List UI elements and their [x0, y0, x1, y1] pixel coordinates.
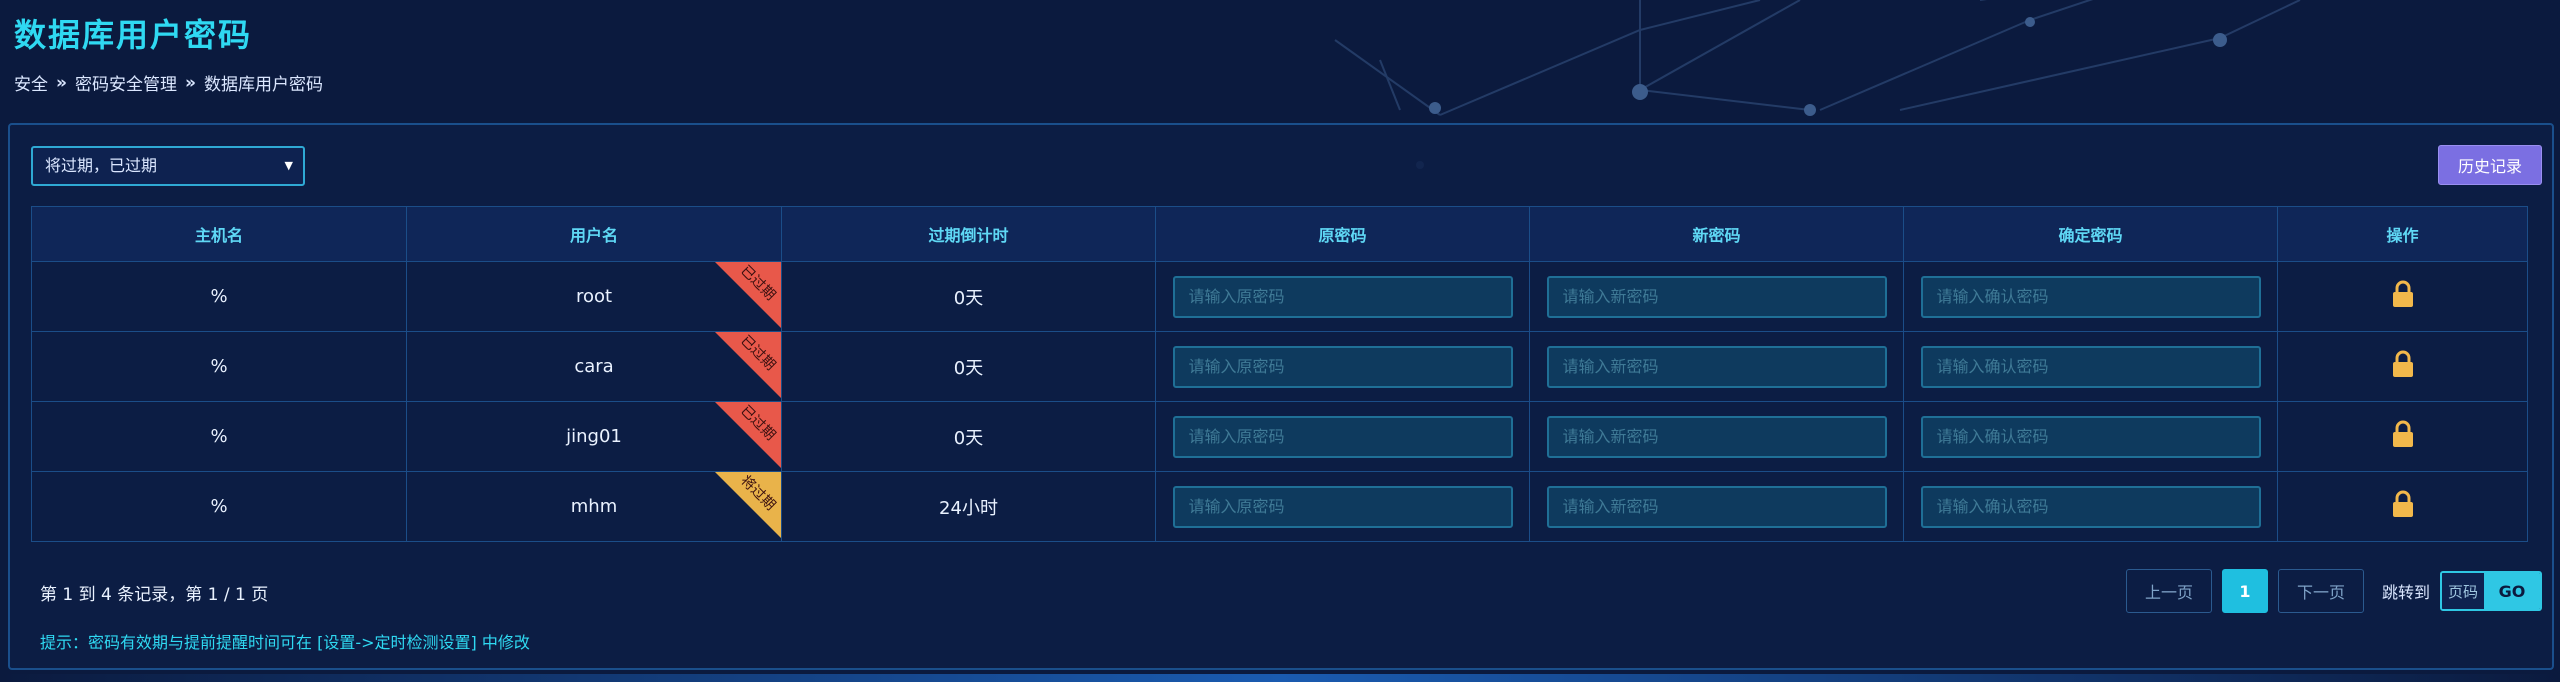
pagination-info: 第 1 到 4 条记录，第 1 / 1 页 — [40, 585, 269, 605]
go-button[interactable]: GO — [2484, 573, 2540, 609]
confirm-password-input[interactable] — [1920, 415, 2261, 458]
pagination: 上一页 1 下一页 跳转到 页码 GO — [2125, 569, 2542, 613]
settings-hint: 提示：密码有效期与提前提醒时间可在 [设置->定时检测设置] 中修改 — [40, 633, 530, 652]
expiring-ribbon: 将过期 — [715, 472, 781, 538]
host-cell: % — [31, 401, 407, 472]
new-password-input[interactable] — [1546, 345, 1887, 388]
breadcrumb-item-password-management[interactable]: 密码安全管理 — [75, 70, 177, 95]
page-number-input[interactable]: 页码 — [2442, 573, 2484, 609]
new-password-cell — [1529, 331, 1904, 402]
countdown-cell: 0天 — [781, 401, 1156, 472]
column-header-host: 主机名 — [31, 206, 407, 262]
breadcrumb-separator: » — [184, 72, 196, 93]
confirm-password-input[interactable] — [1920, 345, 2261, 388]
countdown-cell: 0天 — [781, 261, 1156, 332]
breadcrumb: 安全 » 密码安全管理 » 数据库用户密码 — [14, 70, 323, 96]
confirm-password-input[interactable] — [1920, 485, 2261, 528]
username-text: cara — [574, 356, 614, 377]
table-row: % jing01 已过期 0天 — [31, 401, 2528, 472]
new-password-input[interactable] — [1546, 415, 1887, 458]
new-password-cell — [1529, 401, 1904, 472]
username-text: mhm — [570, 496, 618, 517]
history-button[interactable]: 历史记录 — [2438, 145, 2542, 185]
lock-icon[interactable] — [2391, 420, 2415, 448]
confirm-password-cell — [1903, 471, 2278, 542]
main-panel: 将过期，已过期 ▼ 历史记录 主机名 用户名 过期倒计时 原密码 新密码 确定密… — [8, 123, 2554, 670]
old-password-cell — [1155, 401, 1530, 472]
old-password-cell — [1155, 261, 1530, 332]
chevron-down-icon: ▼ — [284, 159, 293, 172]
breadcrumb-item-security[interactable]: 安全 — [14, 70, 48, 95]
old-password-cell — [1155, 471, 1530, 542]
expired-ribbon: 已过期 — [715, 262, 781, 328]
action-cell — [2277, 261, 2528, 332]
username-text: jing01 — [566, 426, 622, 447]
action-cell — [2277, 471, 2528, 542]
new-password-input[interactable] — [1546, 275, 1887, 318]
next-page-button[interactable]: 下一页 — [2277, 569, 2364, 613]
old-password-cell — [1155, 331, 1530, 402]
status-filter-value: 将过期，已过期 — [45, 156, 158, 175]
expired-ribbon: 已过期 — [715, 402, 781, 468]
new-password-cell — [1529, 471, 1904, 542]
countdown-cell: 24小时 — [781, 471, 1156, 542]
new-password-cell — [1529, 261, 1904, 332]
confirm-password-input[interactable] — [1920, 275, 2261, 318]
old-password-input[interactable] — [1172, 345, 1513, 388]
table-header-row: 主机名 用户名 过期倒计时 原密码 新密码 确定密码 操作 — [31, 206, 2528, 262]
old-password-input[interactable] — [1172, 275, 1513, 318]
prev-page-button[interactable]: 上一页 — [2125, 569, 2212, 613]
username-cell: jing01 已过期 — [406, 401, 782, 472]
confirm-password-cell — [1903, 401, 2278, 472]
expired-ribbon: 已过期 — [715, 332, 781, 398]
host-cell: % — [31, 261, 407, 332]
host-cell: % — [31, 331, 407, 402]
host-cell: % — [31, 471, 407, 542]
status-filter-select[interactable]: 将过期，已过期 ▼ — [31, 146, 305, 186]
confirm-password-cell — [1903, 261, 2278, 332]
new-password-input[interactable] — [1546, 485, 1887, 528]
column-header-confirm-password: 确定密码 — [1903, 206, 2278, 262]
jump-to-label: 跳转到 — [2381, 583, 2430, 602]
username-cell: cara 已过期 — [406, 331, 782, 402]
lock-icon[interactable] — [2391, 350, 2415, 378]
old-password-input[interactable] — [1172, 415, 1513, 458]
column-header-old-password: 原密码 — [1155, 206, 1530, 262]
column-header-action: 操作 — [2277, 206, 2528, 262]
table-row: % root 已过期 0天 — [31, 261, 2528, 332]
old-password-input[interactable] — [1172, 485, 1513, 528]
page-number-button[interactable]: 1 — [2221, 569, 2268, 613]
column-header-new-password: 新密码 — [1529, 206, 1904, 262]
username-text: root — [575, 286, 613, 307]
countdown-cell: 0天 — [781, 331, 1156, 402]
breadcrumb-separator: » — [56, 72, 67, 93]
action-cell — [2277, 331, 2528, 402]
table-row: % mhm 将过期 24小时 — [31, 471, 2528, 542]
username-cell: mhm 将过期 — [406, 471, 782, 542]
page-title: 数据库用户密码 — [14, 16, 253, 54]
password-table: 主机名 用户名 过期倒计时 原密码 新密码 确定密码 操作 % root 已过期 0天… — [31, 206, 2528, 542]
confirm-password-cell — [1903, 331, 2278, 402]
lock-icon[interactable] — [2391, 490, 2415, 518]
jump-to-page-control: 页码 GO — [2440, 571, 2542, 611]
table-row: % cara 已过期 0天 — [31, 331, 2528, 402]
column-header-username: 用户名 — [406, 206, 782, 262]
bottom-glow — [0, 674, 2560, 682]
breadcrumb-item-current: 数据库用户密码 — [203, 75, 323, 95]
column-header-countdown: 过期倒计时 — [781, 206, 1156, 262]
action-cell — [2277, 401, 2528, 472]
username-cell: root 已过期 — [406, 261, 782, 332]
lock-icon[interactable] — [2391, 280, 2415, 308]
